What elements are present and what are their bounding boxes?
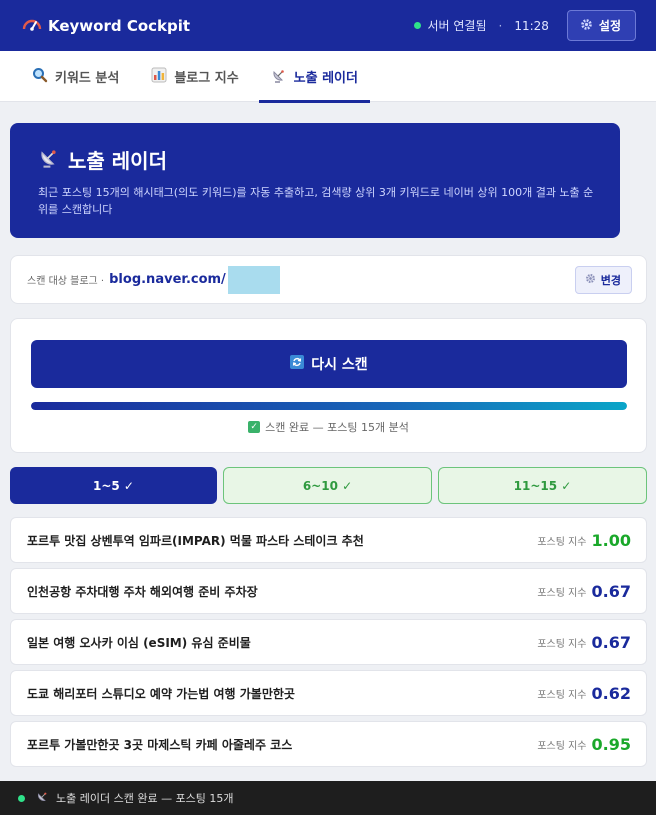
- keyword-row[interactable]: 일본 여행 오사카 이심 (eSIM) 유심 준비물 포스팅 지수 0.67: [10, 619, 647, 665]
- tab-blog-index[interactable]: 블로그 지수: [139, 51, 250, 102]
- refresh-icon: [290, 355, 305, 373]
- keyword-text: 일본 여행 오사카 이심 (eSIM) 유심 준비물: [27, 635, 251, 650]
- satellite-dish-icon: [38, 146, 60, 173]
- score-label: 포스팅 지수: [537, 740, 587, 752]
- scan-status: ✓ 스캔 완료 — 포스팅 15개 분석: [31, 419, 626, 435]
- posting-score: 0.95: [591, 734, 631, 754]
- blog-target-card: 스캔 대상 블로그 · blog.naver.com/ 변경: [10, 255, 647, 304]
- blog-url: blog.naver.com/: [109, 272, 226, 287]
- rescan-button[interactable]: 다시 스캔: [31, 340, 627, 388]
- scan-progress-fill: [31, 402, 627, 410]
- score-label: 포스팅 지수: [537, 638, 587, 650]
- magnifier-icon: [32, 67, 48, 87]
- keyword-row[interactable]: 포르투 가볼만한곳 3곳 마제스틱 카페 아줄레주 코스 포스팅 지수 0.95: [10, 721, 647, 767]
- posting-score: 0.67: [591, 632, 631, 652]
- satellite-dish-icon: [271, 67, 287, 87]
- radar-hero-banner: 노출 레이더 최근 포스팅 15개의 해시태그(의도 키워드)를 자동 추출하고…: [10, 123, 620, 238]
- footer-status-bar: 노출 레이더 스캔 완료 — 포스팅 15개: [0, 781, 656, 815]
- score-label: 포스팅 지수: [537, 689, 587, 701]
- status-dot-icon: [414, 22, 422, 29]
- posting-score: 0.62: [591, 683, 631, 703]
- status-text: 서버 연결됨: [427, 19, 487, 33]
- hero-title-text: 노출 레이더: [68, 149, 167, 173]
- posting-score: 1.00: [591, 530, 631, 550]
- range-tab-11-15[interactable]: 11~15 ✓: [438, 467, 647, 504]
- tab-exposure-radar[interactable]: 노출 레이더: [258, 51, 371, 103]
- rescan-label: 다시 스캔: [311, 357, 368, 373]
- posting-score: 0.67: [591, 581, 631, 601]
- speedometer-icon: [22, 16, 42, 36]
- keyword-text: 도쿄 해리포터 스튜디오 예약 가는법 여행 가볼만한곳: [27, 686, 295, 701]
- main-tabs: 키워드 분석 블로그 지수 노출 레이더: [0, 51, 656, 103]
- app-title: Keyword Cockpit: [48, 16, 191, 35]
- scan-card: 다시 스캔 ✓ 스캔 완료 — 포스팅 15개 분석: [10, 318, 647, 453]
- settings-label: 설정: [598, 19, 621, 33]
- settings-button[interactable]: 설정: [566, 10, 636, 41]
- tab-keyword-analysis[interactable]: 키워드 분석: [20, 51, 131, 102]
- tab-label: 블로그 지수: [174, 71, 239, 86]
- redacted-blog-id: [227, 265, 280, 294]
- connection-status: 서버 연결됨 · 11:28: [414, 17, 549, 34]
- blog-target-label: 스캔 대상 블로그 ·: [27, 276, 105, 287]
- score-label: 포스팅 지수: [537, 587, 587, 599]
- change-blog-button[interactable]: 변경: [574, 265, 632, 294]
- clock-time: 11:28: [514, 18, 549, 33]
- tab-label: 노출 레이더: [293, 71, 358, 86]
- top-bar: Keyword Cockpit 서버 연결됨 · 11:28 설정: [0, 0, 656, 51]
- keyword-text: 인천공항 주차대행 주차 해외여행 준비 주차장: [27, 584, 258, 599]
- keyword-text: 포르투 가볼만한곳 3곳 마제스틱 카페 아줄레주 코스: [27, 737, 293, 752]
- scan-progress-bar: [31, 402, 627, 410]
- keyword-text: 포르투 맛집 상벤투역 임파르(IMPAR) 먹물 파스타 스테이크 추천: [27, 533, 364, 548]
- gear-icon: [580, 18, 593, 34]
- change-label: 변경: [600, 273, 621, 287]
- score-label: 포스팅 지수: [537, 536, 587, 548]
- status-dot-icon: [18, 794, 25, 802]
- keyword-row[interactable]: 도쿄 해리포터 스튜디오 예약 가는법 여행 가볼만한곳 포스팅 지수 0.62: [10, 670, 647, 716]
- keyword-row[interactable]: 포르투 맛집 상벤투역 임파르(IMPAR) 먹물 파스타 스테이크 추천 포스…: [10, 517, 647, 563]
- status-separator: ·: [498, 18, 503, 33]
- hero-description: 최근 포스팅 15개의 해시태그(의도 키워드)를 자동 추출하고, 검색량 상…: [38, 186, 594, 216]
- bar-chart-icon: [151, 67, 167, 87]
- gear-icon: [585, 273, 596, 287]
- range-tab-1-5[interactable]: 1~5 ✓: [10, 467, 217, 504]
- footer-text: 노출 레이더 스캔 완료 — 포스팅 15개: [56, 792, 234, 805]
- keyword-row[interactable]: 인천공항 주차대행 주차 해외여행 준비 주차장 포스팅 지수 0.67: [10, 568, 647, 614]
- range-tabs: 1~5 ✓ 6~10 ✓ 11~15 ✓: [10, 467, 647, 504]
- tab-label: 키워드 분석: [55, 71, 120, 86]
- satellite-dish-icon: [36, 790, 49, 806]
- scan-status-text: 스캔 완료 — 포스팅 15개 분석: [265, 421, 409, 434]
- check-icon: ✓: [248, 421, 261, 433]
- hero-title: 노출 레이더: [38, 145, 598, 174]
- brand: Keyword Cockpit: [22, 16, 190, 36]
- range-tab-6-10[interactable]: 6~10 ✓: [223, 467, 432, 504]
